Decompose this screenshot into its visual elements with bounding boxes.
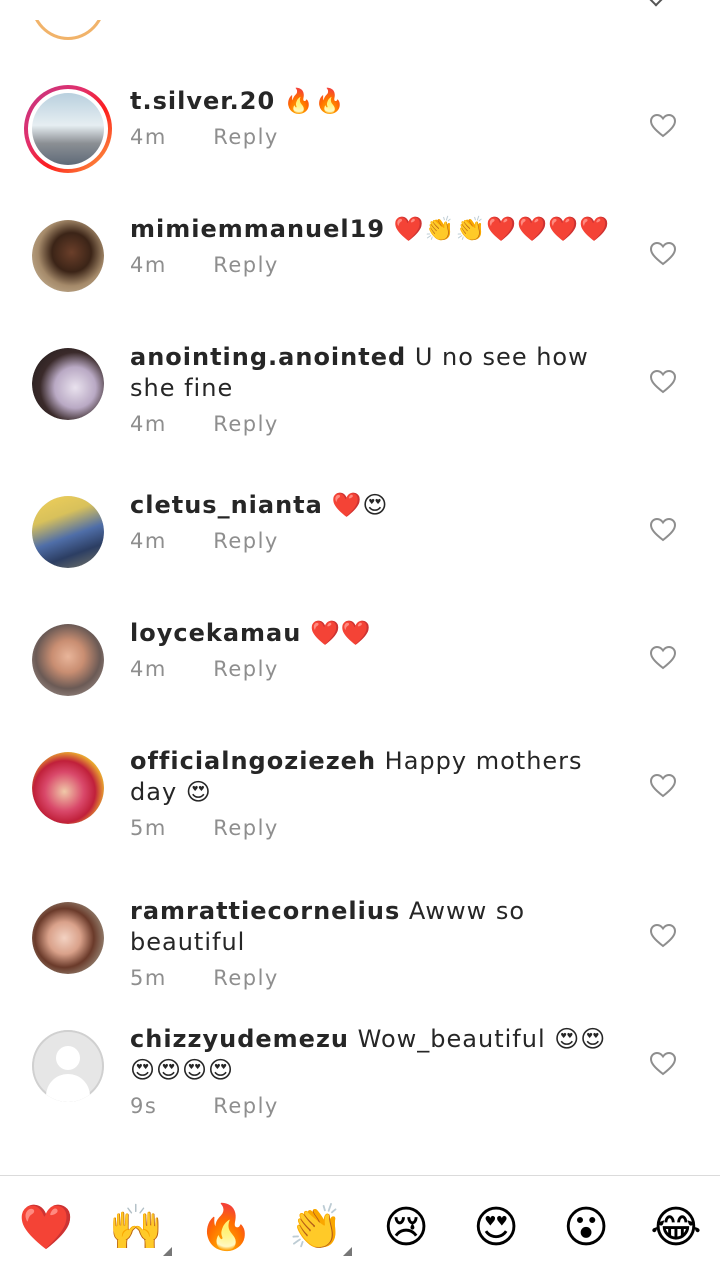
reply-button[interactable]: Reply bbox=[213, 125, 279, 149]
comment-time: 4m bbox=[130, 529, 167, 553]
comment-username[interactable]: anointing.anointed bbox=[130, 343, 406, 371]
reply-button[interactable]: Reply bbox=[213, 529, 279, 553]
comment-time: 5m bbox=[130, 816, 167, 840]
previous-comment-fragment bbox=[0, 0, 720, 60]
avatar[interactable] bbox=[32, 220, 104, 292]
avatar[interactable] bbox=[32, 902, 104, 974]
like-heart-icon[interactable] bbox=[650, 646, 676, 670]
like-heart-icon[interactable] bbox=[650, 774, 676, 798]
like-heart-icon[interactable] bbox=[650, 114, 676, 138]
reaction-heart-eyes-button[interactable]: 😍 bbox=[466, 1198, 526, 1258]
comment-username[interactable]: chizzyudemezu bbox=[130, 1025, 349, 1053]
reaction-fire-button[interactable]: 🔥 bbox=[196, 1198, 256, 1258]
comment-emoji: 🔥🔥 bbox=[283, 87, 346, 115]
raised-hands-icon: 🙌 bbox=[108, 1202, 164, 1253]
variant-triangle-icon bbox=[163, 1247, 172, 1256]
comment-item: chizzyudemezu Wow_beautiful 😍😍😍😍😍😍 9s Re… bbox=[0, 1008, 720, 1158]
reply-button[interactable]: Reply bbox=[213, 657, 279, 681]
comment-emoji: ❤️😍 bbox=[331, 491, 389, 519]
reply-button[interactable]: Reply bbox=[213, 412, 279, 436]
comment-item: t.silver.20 🔥🔥 4m Reply bbox=[0, 70, 720, 198]
emoji-reaction-bar: ❤️ 🙌 🔥 👏 😢 😍 😮 😂 bbox=[0, 1176, 720, 1269]
comment-username[interactable]: ramrattiecornelius bbox=[130, 897, 400, 925]
comment-emoji: 😍 bbox=[185, 778, 212, 806]
comment-username[interactable]: t.silver.20 bbox=[130, 87, 275, 115]
like-heart-icon[interactable] bbox=[650, 1052, 676, 1076]
comment-username[interactable]: officialngoziezeh bbox=[130, 747, 376, 775]
comment-item: officialngoziezeh Happy mothers day 😍 5m… bbox=[0, 730, 720, 880]
like-heart-icon[interactable] bbox=[650, 518, 676, 542]
comment-emoji: ❤️❤️ bbox=[309, 619, 372, 647]
like-heart-icon[interactable] bbox=[650, 242, 676, 266]
comment-username[interactable]: loycekamau bbox=[130, 619, 301, 647]
reaction-clap-button[interactable]: 👏 bbox=[286, 1198, 352, 1258]
comment-item: loycekamau ❤️❤️ 4m Reply bbox=[0, 602, 720, 730]
avatar[interactable] bbox=[32, 624, 104, 696]
comment-time: 5m bbox=[130, 966, 167, 990]
comment-time: 4m bbox=[130, 412, 167, 436]
like-heart-icon[interactable] bbox=[650, 370, 676, 394]
avatar[interactable] bbox=[32, 496, 104, 568]
variant-triangle-icon bbox=[343, 1247, 352, 1256]
like-heart-icon[interactable] bbox=[650, 924, 676, 948]
avatar[interactable] bbox=[32, 752, 104, 824]
avatar[interactable] bbox=[32, 348, 104, 420]
comment-emoji: ❤️👏👏❤️❤️❤️❤️ bbox=[393, 215, 610, 243]
avatar-ring-fragment bbox=[30, 20, 106, 40]
reaction-raised-hands-button[interactable]: 🙌 bbox=[106, 1198, 172, 1258]
reaction-laughing-button[interactable]: 😂 bbox=[646, 1198, 706, 1258]
comment-username[interactable]: mimiemmanuel19 bbox=[130, 215, 385, 243]
comment-username[interactable]: cletus_nianta bbox=[130, 491, 323, 519]
chevron-down-icon[interactable] bbox=[647, 0, 665, 7]
reply-button[interactable]: Reply bbox=[213, 966, 279, 990]
comment-item: ramrattiecornelius Awww so beautiful 5m … bbox=[0, 880, 720, 1008]
default-avatar-icon bbox=[32, 1030, 104, 1102]
comment-item: cletus_nianta ❤️😍 4m Reply bbox=[0, 474, 720, 602]
reply-button[interactable]: Reply bbox=[213, 816, 279, 840]
clapping-hands-icon: 👏 bbox=[288, 1202, 344, 1253]
comment-text: Wow_beautiful bbox=[357, 1025, 546, 1053]
avatar[interactable] bbox=[32, 1030, 104, 1102]
comment-time: 4m bbox=[130, 125, 167, 149]
comment-item: anointing.anointed U no see how she fine… bbox=[0, 326, 720, 474]
comment-time: 9s bbox=[130, 1094, 158, 1118]
reaction-heart-button[interactable]: ❤️ bbox=[16, 1198, 76, 1258]
reply-button[interactable]: Reply bbox=[213, 1094, 279, 1118]
reaction-surprised-button[interactable]: 😮 bbox=[556, 1198, 616, 1258]
comment-time: 4m bbox=[130, 657, 167, 681]
reaction-crying-button[interactable]: 😢 bbox=[376, 1198, 436, 1258]
comment-item: mimiemmanuel19 ❤️👏👏❤️❤️❤️❤️ 4m Reply bbox=[0, 198, 720, 326]
avatar[interactable] bbox=[24, 85, 112, 173]
comment-time: 4m bbox=[130, 253, 167, 277]
reply-button[interactable]: Reply bbox=[213, 253, 279, 277]
comment-list: t.silver.20 🔥🔥 4m Reply mimiemmanuel19 ❤… bbox=[0, 70, 720, 1158]
